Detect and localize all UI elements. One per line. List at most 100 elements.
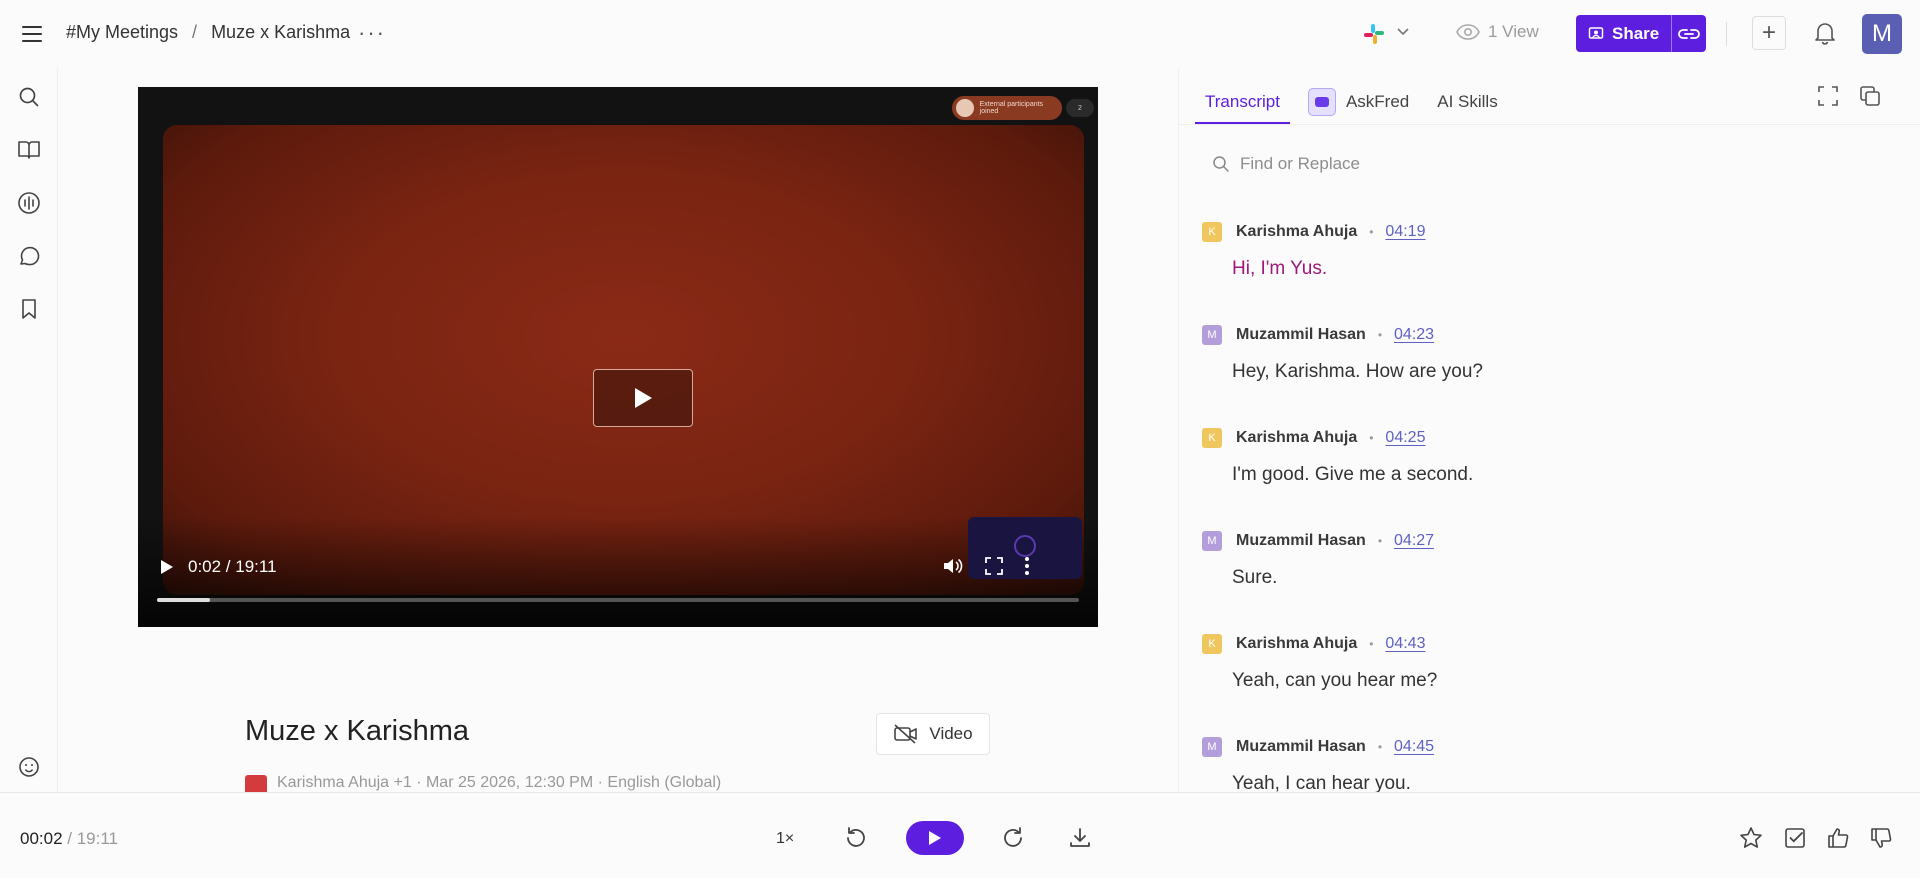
views-indicator[interactable]: 1 View — [1456, 22, 1539, 42]
tab-askfred-label: AskFred — [1345, 92, 1410, 111]
thumbs-down-icon[interactable] — [1868, 825, 1894, 851]
transcript-entry: M Muzammil Hasan • 04:45 Yeah, I can hea… — [1202, 733, 1902, 792]
rewind-icon[interactable] — [843, 825, 869, 851]
separator-dot: • — [1377, 534, 1383, 548]
speaker-name: Karishma Ahuja — [1236, 635, 1358, 652]
play-icon — [928, 830, 942, 846]
book-icon[interactable] — [17, 138, 41, 162]
slack-icon[interactable] — [1362, 22, 1386, 46]
video-player[interactable]: External participants joined 2 0:02 / 19… — [138, 87, 1098, 627]
find-replace-field[interactable]: Find or Replace — [1212, 154, 1360, 174]
video-progress-bar[interactable] — [157, 598, 1079, 602]
more-vertical-icon[interactable] — [1024, 556, 1030, 576]
separator-dot: • — [1377, 328, 1383, 342]
meeting-meta: Karishma Ahuja +1 · Mar 25 2026, 12:30 P… — [245, 774, 721, 792]
separator-dot: • — [1369, 637, 1374, 651]
transcript-text[interactable]: Yeah, I can hear you. — [1232, 773, 1902, 792]
transcript-entry: M Muzammil Hasan • 04:23 Hey, Karishma. … — [1202, 321, 1902, 424]
chat-icon[interactable] — [17, 244, 41, 268]
user-avatar[interactable]: M — [1862, 14, 1902, 54]
timestamp-link[interactable]: 04:19 — [1385, 223, 1425, 241]
transcript-text[interactable]: I'm good. Give me a second. — [1232, 464, 1902, 486]
speaker-avatar: K — [1202, 428, 1222, 448]
share-button[interactable]: Share — [1576, 15, 1673, 52]
eye-icon — [1456, 23, 1480, 41]
tab-ai-skills[interactable]: AI Skills — [1437, 92, 1497, 112]
askfred-robot-icon — [1307, 88, 1336, 116]
video-button-label: Video — [929, 724, 973, 743]
timestamp-link[interactable]: 04:25 — [1385, 429, 1425, 447]
transcript-entry: K Karishma Ahuja • 04:19 Hi, I'm Yus. — [1202, 218, 1902, 321]
play-icon — [632, 386, 654, 410]
video-play-icon[interactable] — [160, 559, 174, 575]
more-options-button[interactable]: ··· — [358, 20, 386, 46]
timestamp-link[interactable]: 04:27 — [1394, 532, 1434, 550]
playback-time: 00:02 / 19:11 — [20, 829, 118, 849]
tab-transcript[interactable]: Transcript — [1195, 80, 1290, 124]
forward-icon[interactable] — [1000, 825, 1026, 851]
bell-icon[interactable] — [1812, 20, 1838, 46]
left-sidebar — [0, 68, 58, 792]
speaker-avatar: M — [1202, 531, 1222, 551]
speaker-name: Karishma Ahuja — [1236, 223, 1358, 240]
recorder-ring-icon — [1014, 535, 1036, 557]
playback-bar: 00:02 / 19:11 1× — [0, 792, 1920, 878]
transcript-list: K Karishma Ahuja • 04:19 Hi, I'm Yus. M … — [1202, 218, 1902, 792]
audio-wave-icon[interactable] — [17, 191, 41, 215]
transcript-text[interactable]: Hey, Karishma. How are you? — [1232, 361, 1902, 383]
video-toggle-button[interactable]: Video — [876, 713, 990, 755]
copy-icon[interactable] — [1858, 84, 1882, 108]
speaker-avatar: M — [1202, 325, 1222, 345]
transcript-text[interactable]: Yeah, can you hear me? — [1232, 670, 1902, 692]
breadcrumb-root[interactable]: #My Meetings — [66, 22, 178, 43]
video-controls-right — [942, 556, 1030, 576]
separator-dot: • — [1377, 740, 1383, 754]
download-icon[interactable] — [1067, 825, 1093, 851]
find-replace-placeholder: Find or Replace — [1240, 154, 1361, 173]
add-button[interactable]: + — [1752, 16, 1786, 50]
play-button[interactable] — [906, 821, 964, 855]
timestamp-link[interactable]: 04:43 — [1385, 635, 1425, 653]
video-controls-left: 0:02 / 19:11 — [160, 557, 277, 577]
participant-avatar — [956, 99, 974, 117]
timestamp-link[interactable]: 04:23 — [1394, 326, 1434, 344]
bookmark-icon[interactable] — [17, 297, 41, 321]
breadcrumb-current: Muze x Karishma — [211, 22, 351, 42]
video-off-icon — [893, 723, 919, 745]
copy-link-button[interactable] — [1672, 15, 1706, 52]
tab-askfred[interactable]: AskFred — [1307, 88, 1410, 116]
transcript-entry: K Karishma Ahuja • 04:43 Yeah, can you h… — [1202, 630, 1902, 733]
emoji-icon[interactable] — [17, 755, 41, 779]
current-time: 00:02 — [20, 829, 63, 848]
speaker-avatar: K — [1202, 222, 1222, 242]
timestamp-link[interactable]: 04:45 — [1394, 738, 1434, 756]
organizer-avatar — [245, 775, 267, 792]
expand-icon[interactable] — [1816, 84, 1840, 108]
transcript-text[interactable]: Hi, I'm Yus. — [1232, 258, 1902, 280]
meeting-meta-text: Karishma Ahuja +1 · Mar 25 2026, 12:30 P… — [277, 774, 722, 791]
playback-speed-button[interactable]: 1× — [776, 830, 794, 848]
meeting-title: Muze x Karishma — [245, 715, 470, 747]
speaker-avatar: K — [1202, 634, 1222, 654]
video-time: 0:02 / 19:11 — [188, 557, 277, 576]
volume-icon[interactable] — [942, 556, 964, 576]
breadcrumb-separator: / — [192, 22, 198, 42]
big-play-button[interactable] — [593, 369, 693, 427]
separator-dot: • — [1369, 225, 1374, 239]
link-icon — [1677, 26, 1701, 42]
thumbs-up-icon[interactable] — [1825, 825, 1851, 851]
checklist-icon[interactable] — [1782, 825, 1808, 851]
menu-icon[interactable] — [20, 22, 44, 46]
chevron-down-icon[interactable] — [1396, 24, 1410, 38]
star-icon[interactable] — [1738, 825, 1764, 851]
tabs-divider — [1178, 124, 1920, 125]
separator-dot: • — [1369, 431, 1374, 445]
share-label: Share — [1612, 23, 1660, 43]
transcript-text[interactable]: Sure. — [1232, 567, 1902, 589]
search-icon[interactable] — [17, 85, 41, 109]
views-label: 1 View — [1488, 22, 1539, 41]
participant-count: 2 — [1066, 99, 1094, 117]
speaker-name: Muzammil Hasan — [1236, 738, 1366, 755]
participants-badge-text: External participants joined — [979, 101, 1044, 115]
fullscreen-icon[interactable] — [984, 556, 1004, 576]
